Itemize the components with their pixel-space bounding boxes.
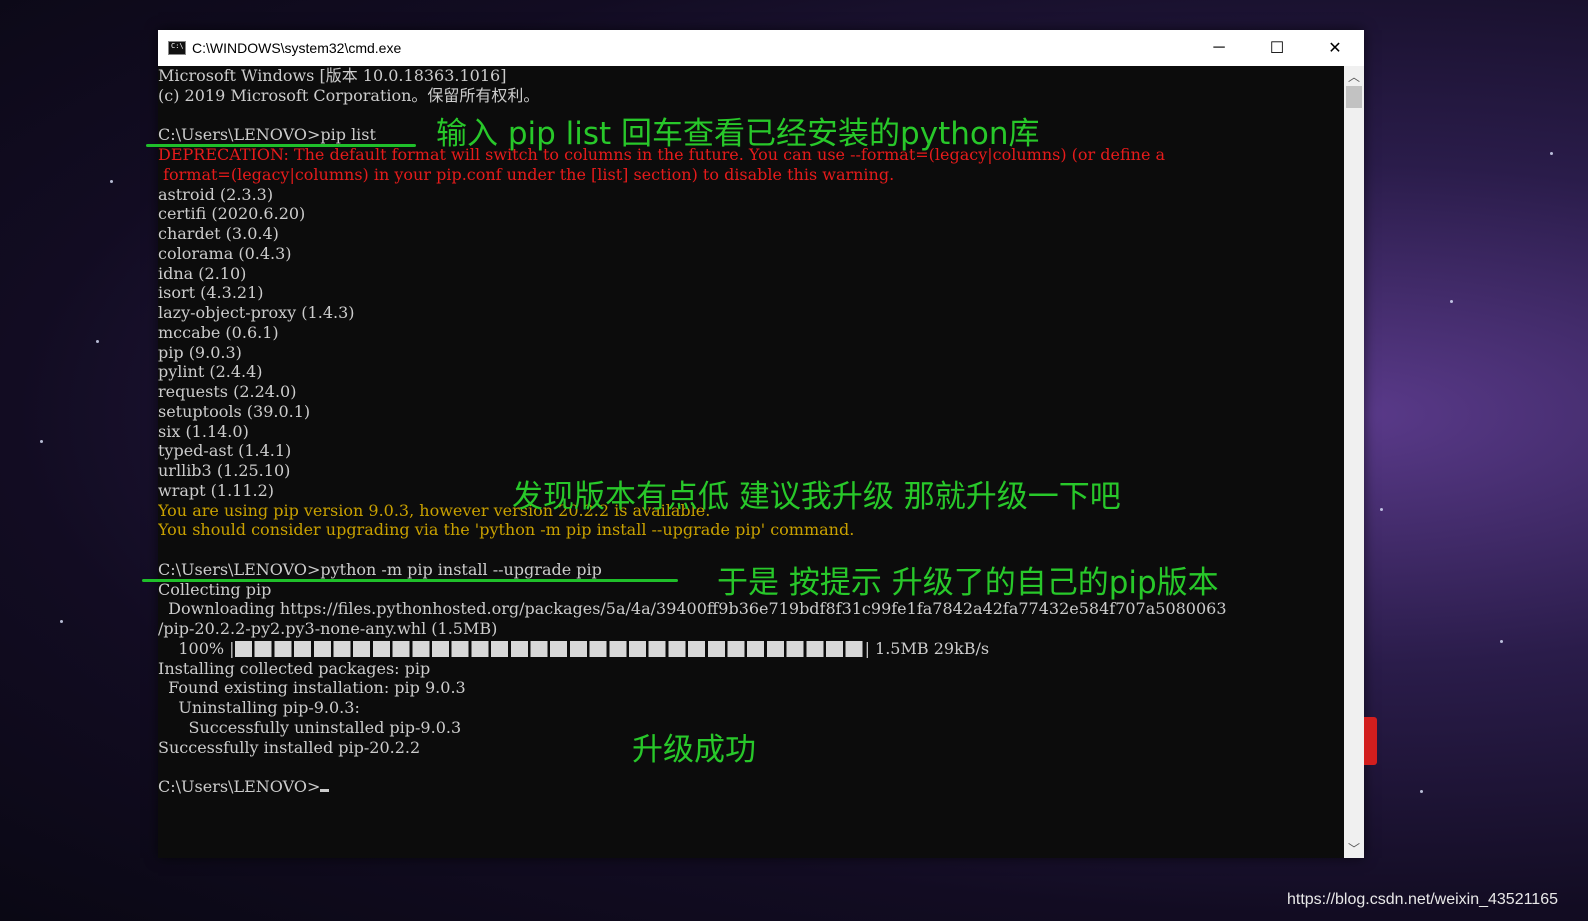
scroll-thumb[interactable] xyxy=(1346,86,1362,108)
annotation-success: 升级成功 xyxy=(632,732,756,768)
console-line: (c) 2019 Microsoft Corporation。保留所有权利。 xyxy=(158,85,540,105)
command-prompt[interactable]: C:\Users\LENOVO> xyxy=(158,777,1344,797)
cmd-app-icon[interactable] xyxy=(168,41,186,55)
console-line: lazy-object-proxy (1.4.3) xyxy=(158,303,355,322)
annotation-upgrade: 于是 按提示 升级了的自己的pip版本 xyxy=(717,565,1219,601)
console-line: chardet (3.0.4) xyxy=(158,224,279,243)
maximize-button[interactable]: ☐ xyxy=(1248,30,1306,66)
console-line: certifi (2020.6.20) xyxy=(158,204,306,224)
console-line: typed-ast (1.4.1) xyxy=(158,441,292,461)
console-line: astroid (2.3.3) xyxy=(158,184,274,204)
side-tab[interactable] xyxy=(1364,717,1377,765)
vertical-scrollbar[interactable]: ︿ ﹀ xyxy=(1344,66,1364,858)
console-line: isort (4.3.21) xyxy=(158,283,264,303)
console-line: mccabe (0.6.1) xyxy=(158,322,279,342)
console-line: format=(legacy|columns) in your pip.conf… xyxy=(158,164,895,184)
console-line: requests (2.24.0) xyxy=(158,382,297,401)
console-line: Microsoft Windows [版本 10.0.18363.1016] xyxy=(158,66,507,85)
console-line: Installing collected packages: pip xyxy=(158,658,431,678)
underline-upgrade-command xyxy=(142,579,678,582)
prompt-text: C:\Users\LENOVO> xyxy=(158,777,321,796)
watermark: https://blog.csdn.net/weixin_43521165 xyxy=(1286,891,1558,908)
console-line: Found existing installation: pip 9.0.3 xyxy=(158,678,466,698)
scroll-up-arrow-icon[interactable]: ︿ xyxy=(1344,66,1364,86)
console-line: setuptools (39.0.1) xyxy=(158,401,311,421)
console-line: Downloading https://files.pythonhosted.o… xyxy=(158,599,1227,619)
minimize-button[interactable]: ─ xyxy=(1190,30,1248,66)
console-line: six (1.14.0) xyxy=(158,421,249,441)
progress-line: 100% | | 1.5MB 29kB/s xyxy=(158,639,1344,659)
annotation-pip-list: 输入 pip list 回车查看已经安装的python库 xyxy=(436,116,1040,152)
console-line: colorama (0.4.3) xyxy=(158,243,292,263)
console-line: Uninstalling pip-9.0.3: xyxy=(158,698,360,717)
console-line: You should consider upgrading via the 'p… xyxy=(158,520,855,540)
scroll-down-arrow-icon[interactable]: ﹀ xyxy=(1344,838,1364,858)
download-progress-bar xyxy=(234,641,865,658)
window-title: C:\WINDOWS\system32\cmd.exe xyxy=(192,40,402,56)
console-line: pip (9.0.3) xyxy=(158,342,242,362)
title-bar[interactable]: C:\WINDOWS\system32\cmd.exe ─ ☐ ✕ xyxy=(158,30,1364,66)
annotation-version-low: 发现版本有点低 建议我升级 那就升级一下吧 xyxy=(512,479,1121,515)
console-line: idna (2.10) xyxy=(158,263,247,283)
console-line: pylint (2.4.4) xyxy=(158,362,263,382)
progress-speed: | 1.5MB 29kB/s xyxy=(864,638,990,658)
close-button[interactable]: ✕ xyxy=(1306,30,1364,66)
text-cursor xyxy=(320,789,330,792)
underline-pip-list xyxy=(146,144,416,147)
cmd-window: C:\WINDOWS\system32\cmd.exe ─ ☐ ✕ Micros… xyxy=(158,30,1364,858)
console-line: /pip-20.2.2-py2.py3-none-any.whl (1.5MB) xyxy=(158,619,498,638)
progress-percent: 100% | xyxy=(158,638,235,658)
